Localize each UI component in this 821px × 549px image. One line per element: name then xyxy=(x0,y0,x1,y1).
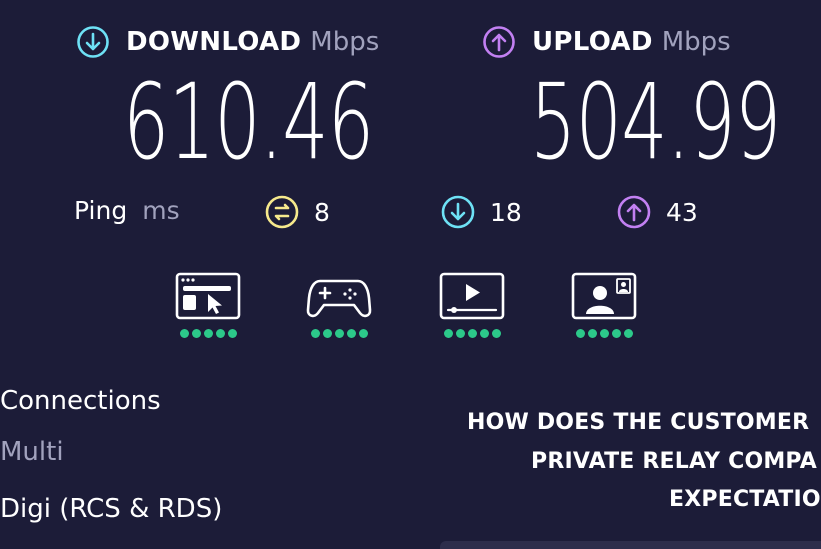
video-streaming-icon xyxy=(439,272,505,320)
gaming-rating[interactable] xyxy=(306,272,372,338)
upload-header: UPLOAD Mbps xyxy=(482,25,731,59)
web-browsing-rating[interactable] xyxy=(175,272,241,338)
video-call-rating[interactable] xyxy=(571,272,637,338)
connections-mode: Multi xyxy=(0,437,64,467)
rating-dot xyxy=(310,329,320,338)
rating-dot xyxy=(346,329,356,338)
rating-dot xyxy=(623,329,633,338)
gaming-stars xyxy=(306,329,372,338)
ping-unit: ms xyxy=(142,196,180,225)
survey-line-2: PRIVATE RELAY COMPA xyxy=(531,449,817,474)
upload-unit: Mbps xyxy=(661,27,731,57)
upload-speed-value: 504.99 xyxy=(530,61,781,183)
video-call-icon xyxy=(571,272,637,320)
ping-download[interactable]: 18 xyxy=(440,194,522,230)
rating-dot xyxy=(203,329,213,338)
idle-latency-icon xyxy=(265,195,299,229)
rating-dot xyxy=(491,329,501,338)
download-label: DOWNLOAD xyxy=(126,27,302,57)
rating-dot xyxy=(455,329,465,338)
rating-dot xyxy=(599,329,609,338)
connections-heading: Connections xyxy=(0,386,161,416)
download-header: DOWNLOAD Mbps xyxy=(76,25,379,59)
rating-dot xyxy=(334,329,344,338)
rating-dot xyxy=(322,329,332,338)
streaming-stars xyxy=(439,329,505,338)
download-arrow-icon xyxy=(77,26,109,58)
rating-dot xyxy=(191,329,201,338)
upload-latency-icon xyxy=(617,195,651,229)
ping-heading: Ping ms xyxy=(74,196,180,225)
download-latency-icon xyxy=(441,195,475,229)
upload-label: UPLOAD xyxy=(532,27,653,57)
video-call-stars xyxy=(571,329,637,338)
download-unit: Mbps xyxy=(310,27,380,57)
survey-line-1: HOW DOES THE CUSTOMER xyxy=(467,410,810,435)
gaming-controller-icon xyxy=(306,279,372,318)
ping-download-value: 18 xyxy=(490,197,522,227)
ping-unloaded-value: 8 xyxy=(314,197,330,227)
web-browsing-stars xyxy=(175,329,241,338)
rating-dot xyxy=(611,329,621,338)
rating-dot xyxy=(443,329,453,338)
rating-dot xyxy=(587,329,597,338)
rating-dot xyxy=(215,329,225,338)
ping-upload[interactable]: 43 xyxy=(616,194,698,230)
rating-dot xyxy=(227,329,237,338)
rating-dot xyxy=(358,329,368,338)
rating-dot xyxy=(179,329,189,338)
isp-name: Digi (RCS & RDS) xyxy=(0,494,223,524)
rating-dot xyxy=(575,329,585,338)
survey-answer-bar[interactable] xyxy=(440,541,821,549)
web-browsing-icon xyxy=(175,272,241,320)
streaming-rating[interactable] xyxy=(439,272,505,338)
ping-unloaded[interactable]: 8 xyxy=(264,194,330,230)
download-speed-value: 610.46 xyxy=(123,61,374,183)
rating-dot xyxy=(479,329,489,338)
survey-line-3: EXPECTATIO xyxy=(669,487,821,512)
ping-label: Ping xyxy=(74,196,128,225)
upload-arrow-icon xyxy=(483,26,515,58)
ping-upload-value: 43 xyxy=(666,197,698,227)
rating-dot xyxy=(467,329,477,338)
